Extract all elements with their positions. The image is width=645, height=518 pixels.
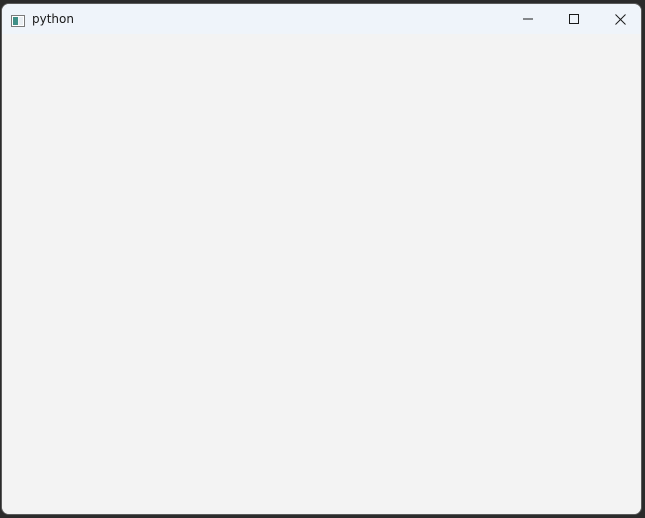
app-window-icon	[11, 12, 25, 27]
maximize-button[interactable]	[551, 4, 597, 34]
title-bar[interactable]: python	[2, 4, 641, 34]
window-title: python	[32, 12, 74, 26]
app-window: python	[1, 3, 642, 515]
minimize-button[interactable]	[505, 4, 551, 34]
close-button[interactable]	[597, 4, 641, 34]
close-icon	[614, 13, 626, 25]
window-client-area[interactable]	[2, 34, 641, 514]
maximize-icon	[569, 14, 579, 24]
minimize-icon	[523, 14, 533, 24]
